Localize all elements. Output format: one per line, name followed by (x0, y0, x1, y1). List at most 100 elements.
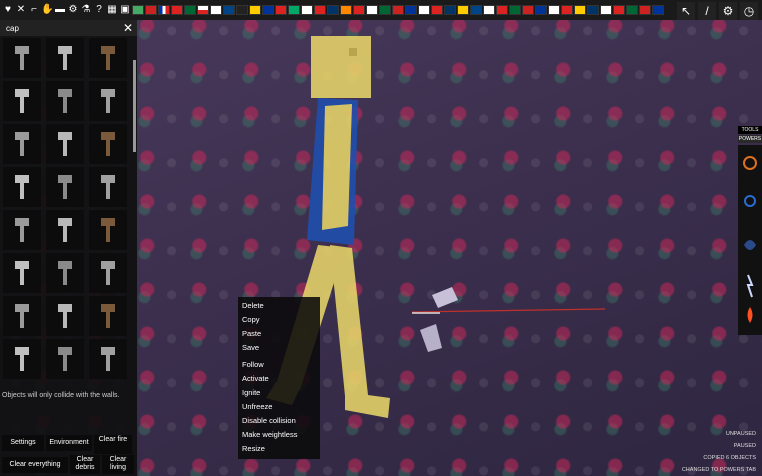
flag-icon[interactable] (236, 5, 248, 15)
flag-icon[interactable] (535, 5, 547, 15)
gear-icon[interactable]: ⚙ (67, 4, 79, 16)
hand-icon[interactable]: ✋ (41, 4, 53, 16)
mace-item[interactable] (3, 124, 41, 164)
flag-icon[interactable] (210, 5, 222, 15)
hammer-item[interactable] (46, 124, 84, 164)
flag-icon[interactable] (470, 5, 482, 15)
flag-icon[interactable] (509, 5, 521, 15)
flag-icon[interactable] (314, 5, 326, 15)
knife-item[interactable] (3, 167, 41, 207)
lightning-icon[interactable] (746, 274, 754, 298)
blade-item[interactable] (46, 81, 84, 121)
flag-icon[interactable] (301, 5, 313, 15)
menu-item-delete[interactable]: Delete (242, 301, 264, 310)
scrollbar[interactable] (133, 60, 136, 152)
rifle-item[interactable] (46, 210, 84, 250)
rod-item[interactable] (3, 253, 41, 293)
flag-icon[interactable] (587, 5, 599, 15)
flag-icon[interactable] (444, 5, 456, 15)
machete-item[interactable] (89, 339, 127, 379)
hammer-item[interactable] (3, 38, 41, 78)
search-input[interactable]: cap (6, 24, 19, 33)
flask-icon[interactable]: ⚗ (80, 4, 92, 16)
fire-ring-icon[interactable] (743, 156, 757, 170)
tab-powers[interactable]: POWERS (738, 135, 762, 143)
close-icon[interactable]: ✕ (123, 21, 133, 35)
sword-item[interactable] (89, 124, 127, 164)
flag-icon[interactable] (457, 5, 469, 15)
flag-icon[interactable] (132, 5, 144, 15)
shovel-item[interactable] (89, 296, 127, 336)
clear-everything-button[interactable]: Clear everything (2, 457, 68, 473)
menu-item-copy[interactable]: Copy (242, 315, 260, 324)
flag-icon[interactable] (613, 5, 625, 15)
flag-icon[interactable] (639, 5, 651, 15)
flag-icon[interactable] (600, 5, 612, 15)
menu-item-follow[interactable]: Follow (242, 360, 264, 369)
stick-item[interactable] (3, 210, 41, 250)
clear-fire-button[interactable]: Clear fire (94, 435, 132, 454)
flail-item[interactable] (46, 253, 84, 293)
mallet-item[interactable] (3, 81, 41, 121)
menu-item-ignite[interactable]: Ignite (242, 388, 260, 397)
flag-icon[interactable] (626, 5, 638, 15)
dark-item[interactable] (89, 167, 127, 207)
swords-icon[interactable]: ✕ (15, 4, 27, 16)
flag-icon[interactable] (288, 5, 300, 15)
flag-icon[interactable] (652, 5, 664, 15)
flag-icon[interactable] (340, 5, 352, 15)
cursor-icon[interactable]: ↖ (677, 2, 695, 20)
bat-item[interactable] (89, 253, 127, 293)
menu-item-activate[interactable]: Activate (242, 374, 269, 383)
flag-icon[interactable] (145, 5, 157, 15)
wave-icon[interactable] (744, 240, 756, 250)
heart-icon[interactable]: ♥ (2, 4, 14, 16)
vortex-icon[interactable] (744, 195, 756, 207)
halberd-item[interactable] (46, 167, 84, 207)
sword-icon[interactable]: / (698, 2, 716, 20)
flame-icon[interactable] (747, 307, 753, 323)
menu-item-save[interactable]: Save (242, 343, 259, 352)
clear-living-button[interactable]: Clear living (102, 455, 134, 474)
flag-icon[interactable] (392, 5, 404, 15)
cleaver-item[interactable] (89, 38, 127, 78)
flag-icon[interactable] (418, 5, 430, 15)
clear-debris-button[interactable]: Clear debris (70, 455, 100, 474)
settings-icon[interactable]: ⚙ (719, 2, 737, 20)
flag-icon[interactable] (353, 5, 365, 15)
flag-icon[interactable] (522, 5, 534, 15)
menu-item-unfreeze[interactable]: Unfreeze (242, 402, 272, 411)
spear-item[interactable] (89, 81, 127, 121)
picture-icon[interactable]: ▣ (119, 4, 131, 16)
axe-item[interactable] (3, 339, 41, 379)
menu-item-make-weightless[interactable]: Make weightless (242, 430, 297, 439)
flag-icon[interactable] (366, 5, 378, 15)
car-icon[interactable]: ▬ (54, 4, 66, 16)
club-item[interactable] (89, 210, 127, 250)
menu-item-paste[interactable]: Paste (242, 329, 261, 338)
axe-item[interactable] (46, 38, 84, 78)
shuriken-item[interactable] (3, 296, 41, 336)
tab-tools[interactable]: TOOLS (738, 126, 762, 134)
flag-icon[interactable] (431, 5, 443, 15)
menu-item-resize[interactable]: Resize (242, 444, 265, 453)
flag-icon[interactable] (574, 5, 586, 15)
grid-icon[interactable]: ▦ (106, 4, 118, 16)
flag-icon[interactable] (379, 5, 391, 15)
canister-item[interactable] (46, 296, 84, 336)
clock-icon[interactable]: ◷ (740, 2, 758, 20)
help-icon[interactable]: ? (93, 4, 105, 16)
flag-icon[interactable] (223, 5, 235, 15)
dagger-item[interactable] (46, 339, 84, 379)
gun-icon[interactable]: ⌐ (28, 4, 40, 16)
flag-icon[interactable] (184, 5, 196, 15)
flag-icon[interactable] (197, 5, 209, 15)
settings-button[interactable]: Settings (2, 435, 44, 451)
flag-icon[interactable] (158, 5, 170, 15)
environment-button[interactable]: Environment (46, 435, 92, 451)
flag-icon[interactable] (548, 5, 560, 15)
flag-icon[interactable] (327, 5, 339, 15)
flag-icon[interactable] (249, 5, 261, 15)
flag-icon[interactable] (275, 5, 287, 15)
flag-icon[interactable] (262, 5, 274, 15)
